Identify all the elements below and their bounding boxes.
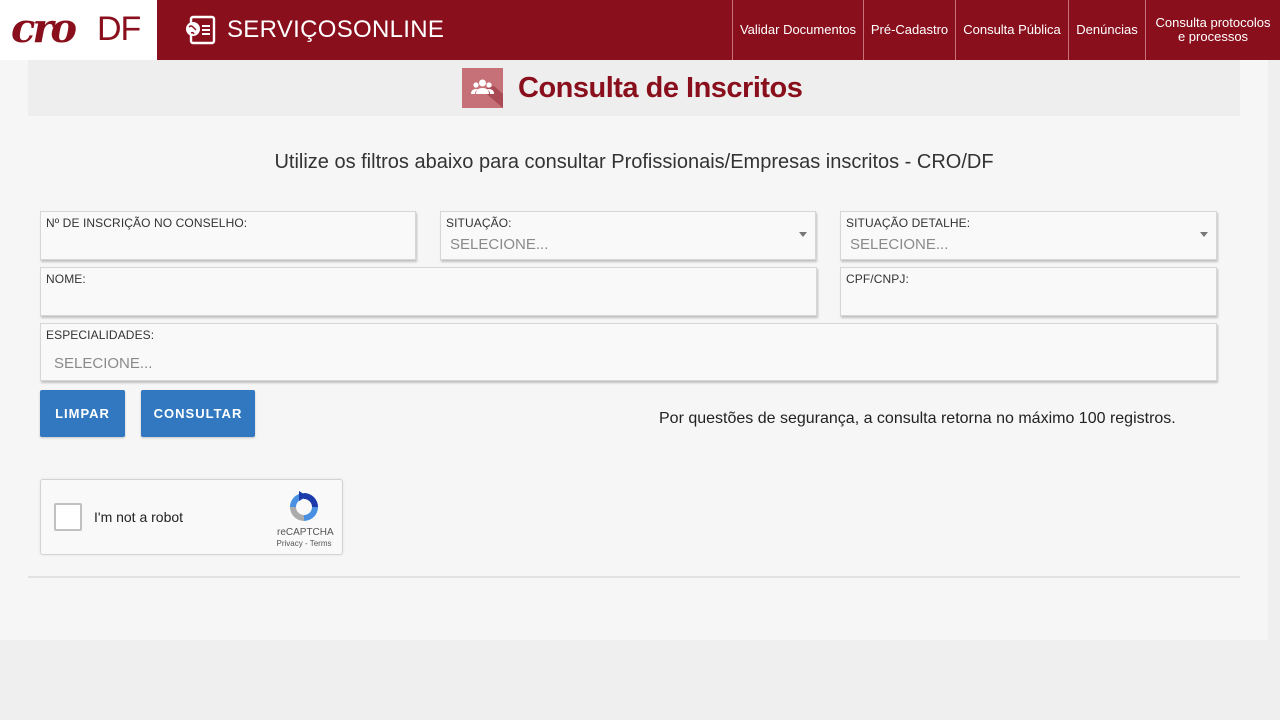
recaptcha-label: I'm not a robot (94, 509, 184, 525)
situacao-label: SITUAÇÃO: (446, 216, 512, 230)
cpf-cnpj-label: CPF/CNPJ: (846, 272, 909, 286)
nav-label: Pré-Cadastro (870, 22, 949, 37)
recaptcha-checkbox[interactable] (54, 503, 82, 531)
consultar-button[interactable]: CONSULTAR (141, 390, 255, 437)
recaptcha-brand: reCAPTCHA (277, 527, 334, 538)
situacao-selected-value: SELECIONE... (450, 236, 549, 253)
recaptcha-widget: I'm not a robot reCAPTCHA Privacy - Term… (40, 479, 343, 555)
nav-label: Validar Documentos (739, 22, 857, 37)
especialidades-select[interactable]: ESPECIALIDADES: SELECIONE... (40, 323, 1217, 381)
nav-validar-documentos[interactable]: Validar Documentos (732, 0, 863, 60)
top-navigation-bar: cro DF SERVIÇOSONLINE Validar Documentos… (0, 0, 1280, 60)
limpar-button[interactable]: LIMPAR (40, 390, 125, 437)
cro-df-logo[interactable]: cro DF (0, 0, 157, 60)
situacao-detalhe-label: SITUAÇÃO DETALHE: (846, 216, 971, 230)
recaptcha-privacy-terms-links[interactable]: Privacy - Terms (273, 539, 335, 549)
logo-df-text: DF (97, 10, 141, 48)
situacao-select[interactable]: SITUAÇÃO: SELECIONE... (440, 211, 816, 260)
nome-label: NOME: (46, 272, 86, 286)
nome-field[interactable]: NOME: (40, 267, 817, 316)
security-note: Por questões de segurança, a consulta re… (659, 410, 1176, 427)
page-subtitle: Utilize os filtros abaixo para consultar… (274, 151, 994, 173)
users-icon (462, 68, 503, 108)
inscricao-label: Nº DE INSCRIÇÃO NO CONSELHO: (46, 216, 248, 230)
nav-consulta-protocolos[interactable]: Consulta protocolos e processos (1145, 0, 1280, 60)
nav-label-line1: Consulta protocolos (1155, 15, 1271, 30)
recaptcha-logo-icon (290, 491, 318, 521)
nav-denuncias[interactable]: Denúncias (1068, 0, 1145, 60)
nav-label-line2: e processos (1177, 29, 1249, 44)
logo-cro-text: cro (11, 5, 77, 52)
especialidades-label: ESPECIALIDADES: (46, 328, 155, 342)
chevron-down-icon (799, 232, 807, 237)
id-card-globe-icon (186, 15, 216, 45)
nav-pre-cadastro[interactable]: Pré-Cadastro (863, 0, 955, 60)
inscricao-field[interactable]: Nº DE INSCRIÇÃO NO CONSELHO: (40, 211, 416, 260)
nav-label: Consulta Pública (963, 22, 1061, 37)
bottom-divider (28, 576, 1240, 578)
situacao-detalhe-select[interactable]: SITUAÇÃO DETALHE: SELECIONE... (840, 211, 1217, 260)
brand-title: SERVIÇOSONLINE (227, 16, 445, 43)
page-title: Consulta de Inscritos (518, 72, 803, 104)
nav-consulta-publica[interactable]: Consulta Pública (955, 0, 1068, 60)
situacao-detalhe-selected-value: SELECIONE... (850, 236, 949, 253)
chevron-down-icon (1200, 232, 1208, 237)
especialidades-selected-value: SELECIONE... (54, 355, 153, 372)
cpf-cnpj-field[interactable]: CPF/CNPJ: (840, 267, 1217, 316)
nav-label: Denúncias (1076, 22, 1138, 37)
